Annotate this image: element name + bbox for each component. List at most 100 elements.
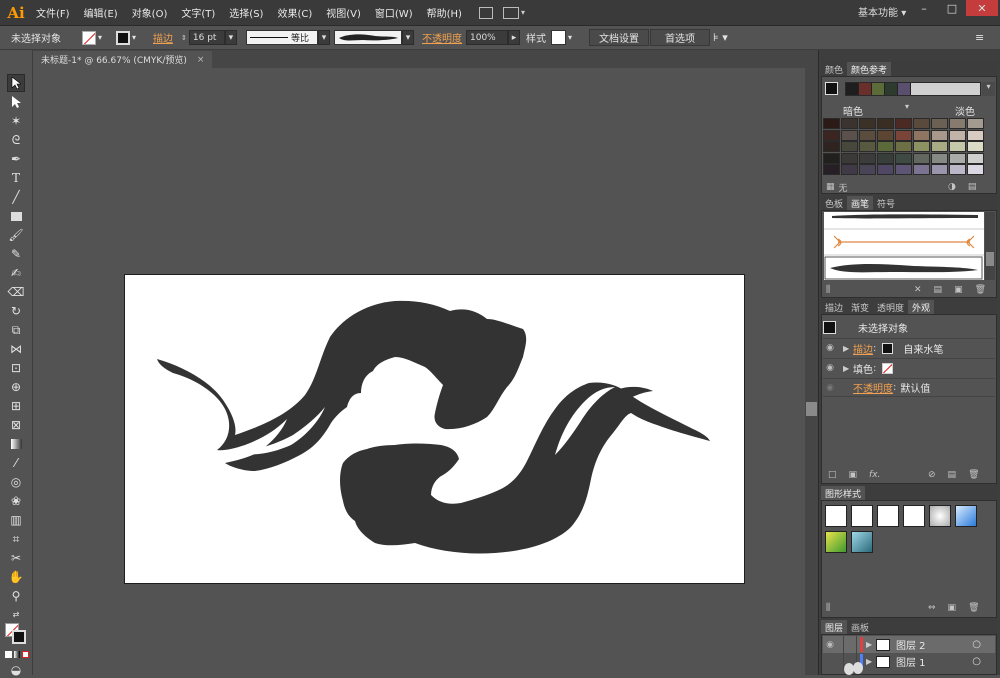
tab-gradient[interactable]: 渐变 [847, 300, 873, 314]
brush-definition[interactable]: ▾ [334, 29, 414, 46]
color-variation-swatch[interactable] [895, 118, 912, 129]
none-icon[interactable] [22, 651, 29, 658]
break-link-icon[interactable]: ⇔ [928, 603, 936, 613]
hand-tool-icon[interactable]: ✋ [8, 569, 24, 585]
fill-swatch[interactable]: ▾ [82, 29, 102, 46]
harmony-swatch[interactable] [846, 83, 859, 95]
arrange-dropdown-icon[interactable]: ▾ [521, 8, 525, 17]
expand-triangle-icon[interactable]: ▶ [843, 364, 853, 373]
harmony-rule-bar[interactable] [845, 82, 981, 96]
artboard-tool-icon[interactable]: ⌗ [8, 531, 24, 547]
color-variation-swatch[interactable] [967, 152, 984, 164]
add-fill-icon[interactable]: ▣ [849, 470, 858, 480]
lasso-tool-icon[interactable]: ᘓ [8, 132, 24, 148]
stroke-label[interactable]: 描边 [153, 30, 173, 45]
style-swatch-default[interactable] [825, 505, 847, 527]
color-icon[interactable] [5, 651, 12, 658]
blob-brush-tool-icon[interactable]: ✍ [8, 265, 24, 281]
layer-name[interactable]: 图层 2 [896, 637, 926, 652]
minimize-button[interactable]: – [909, 0, 939, 16]
stroke-weight-input[interactable]: 16 pt [188, 30, 225, 45]
gradient-icon[interactable] [13, 651, 21, 658]
color-variation-swatch[interactable] [895, 141, 912, 152]
menu-file[interactable]: 文件(F) [29, 5, 77, 20]
layer-row[interactable]: ◉ ▶ 图层 2 ○ [823, 636, 995, 653]
eyedropper-tool-icon[interactable]: ⁄ [8, 455, 24, 471]
color-variation-swatch[interactable] [931, 129, 948, 141]
color-variation-grid[interactable] [823, 117, 988, 177]
style-swatch-blue[interactable] [955, 505, 977, 527]
slice-tool-icon[interactable]: ✂ [8, 550, 24, 566]
duplicate-item-icon[interactable]: ▤ [948, 470, 957, 480]
color-variation-swatch[interactable] [913, 118, 930, 129]
style-swatch-leaf[interactable] [825, 531, 847, 553]
visibility-eye-icon[interactable]: ◉ [823, 343, 837, 353]
stepper-icon[interactable]: ⇕ [181, 34, 187, 42]
paintbrush-tool-icon[interactable]: 🖌 [8, 227, 24, 243]
style-swatch-none[interactable] [851, 505, 873, 527]
color-variation-swatch[interactable] [913, 141, 930, 152]
appearance-fill-row[interactable]: ◉ ▶ 填色 : [823, 358, 995, 377]
free-transform-tool-icon[interactable]: ⊡ [8, 360, 24, 376]
tab-brushes[interactable]: 画笔 [847, 196, 874, 210]
harmony-swatch[interactable] [898, 83, 911, 95]
color-variation-swatch[interactable] [823, 152, 840, 164]
canvas-vertical-scrollbar[interactable] [805, 68, 818, 675]
stroke-color-icon[interactable] [12, 630, 26, 644]
color-variation-swatch[interactable] [931, 152, 948, 164]
magic-wand-tool-icon[interactable]: ✶ [8, 113, 24, 129]
line-tool-icon[interactable]: ╱ [8, 189, 24, 205]
opacity-input[interactable]: 100% [466, 30, 508, 45]
brush-list[interactable] [824, 212, 984, 280]
color-variation-swatch[interactable] [931, 164, 948, 175]
tab-transparency[interactable]: 透明度 [873, 300, 908, 314]
color-variation-swatch[interactable] [895, 164, 912, 175]
brush-library-icon[interactable]: ⫼ [826, 285, 830, 295]
color-variation-swatch[interactable] [913, 129, 930, 141]
tab-graphic-styles[interactable]: 图形样式 [821, 486, 866, 500]
appearance-opacity-row[interactable]: ◉ 不透明度 : 默认值 [823, 378, 995, 397]
stroke-label[interactable]: 描边 [853, 341, 873, 356]
preferences-button[interactable]: 首选项 [650, 29, 710, 46]
bridge-icon[interactable] [478, 6, 493, 19]
target-icon[interactable]: ○ [972, 639, 981, 650]
visibility-eye-icon[interactable]: ◉ [823, 640, 837, 650]
color-variation-swatch[interactable] [823, 141, 840, 152]
color-variation-swatch[interactable] [967, 141, 984, 152]
menu-effect[interactable]: 效果(C) [270, 5, 319, 20]
tab-color-guide[interactable]: 颜色参考 [847, 62, 892, 76]
blend-tool-icon[interactable]: ◎ [8, 474, 24, 490]
color-variation-swatch[interactable] [895, 152, 912, 164]
expand-triangle-icon[interactable]: ▶ [843, 344, 853, 353]
style-swatch-white[interactable] [877, 505, 899, 527]
zoom-tool-icon[interactable]: ⚲ [8, 588, 24, 604]
expand-triangle-icon[interactable]: ▶ [866, 640, 876, 649]
scale-tool-icon[interactable]: ⧉ [8, 322, 24, 338]
tab-swatches[interactable]: 色板 [821, 196, 847, 210]
artboard[interactable] [124, 274, 745, 584]
color-variation-swatch[interactable] [823, 164, 840, 175]
color-variation-swatch[interactable] [859, 118, 876, 129]
stroke-color-icon[interactable] [882, 342, 894, 354]
visibility-eye-icon[interactable]: ◉ [823, 363, 837, 373]
color-variation-swatch[interactable] [841, 141, 858, 152]
new-style-icon[interactable]: ▣ [948, 603, 957, 613]
chevron-down-icon[interactable]: ▾ [982, 82, 995, 96]
color-variation-swatch[interactable] [877, 164, 894, 175]
menu-help[interactable]: 帮助(H) [420, 5, 469, 20]
swap-fill-stroke-icon[interactable]: ⇄ [8, 606, 24, 622]
color-variation-swatch[interactable] [967, 164, 984, 175]
symbol-sprayer-tool-icon[interactable]: ❀ [8, 493, 24, 509]
appearance-stroke-row[interactable]: ◉ ▶ 描边 : 自来水笔 [823, 338, 995, 357]
color-variation-swatch[interactable] [913, 164, 930, 175]
align-options-icon[interactable]: ⊧ ▾ [713, 29, 728, 46]
menu-edit[interactable]: 编辑(E) [77, 5, 125, 20]
color-mode-icons[interactable] [5, 651, 29, 660]
new-brush-icon[interactable]: ▣ [954, 285, 963, 295]
opacity-label[interactable]: 不透明度 [422, 30, 462, 45]
ink-brush-artwork[interactable] [125, 275, 746, 585]
swatch-library-icon[interactable]: ▦ [826, 182, 835, 192]
eraser-tool-icon[interactable]: ⌫ [8, 284, 25, 300]
style-library-icon[interactable]: ⫼ [826, 603, 830, 613]
mesh-tool-icon[interactable]: ⊠ [8, 417, 24, 433]
